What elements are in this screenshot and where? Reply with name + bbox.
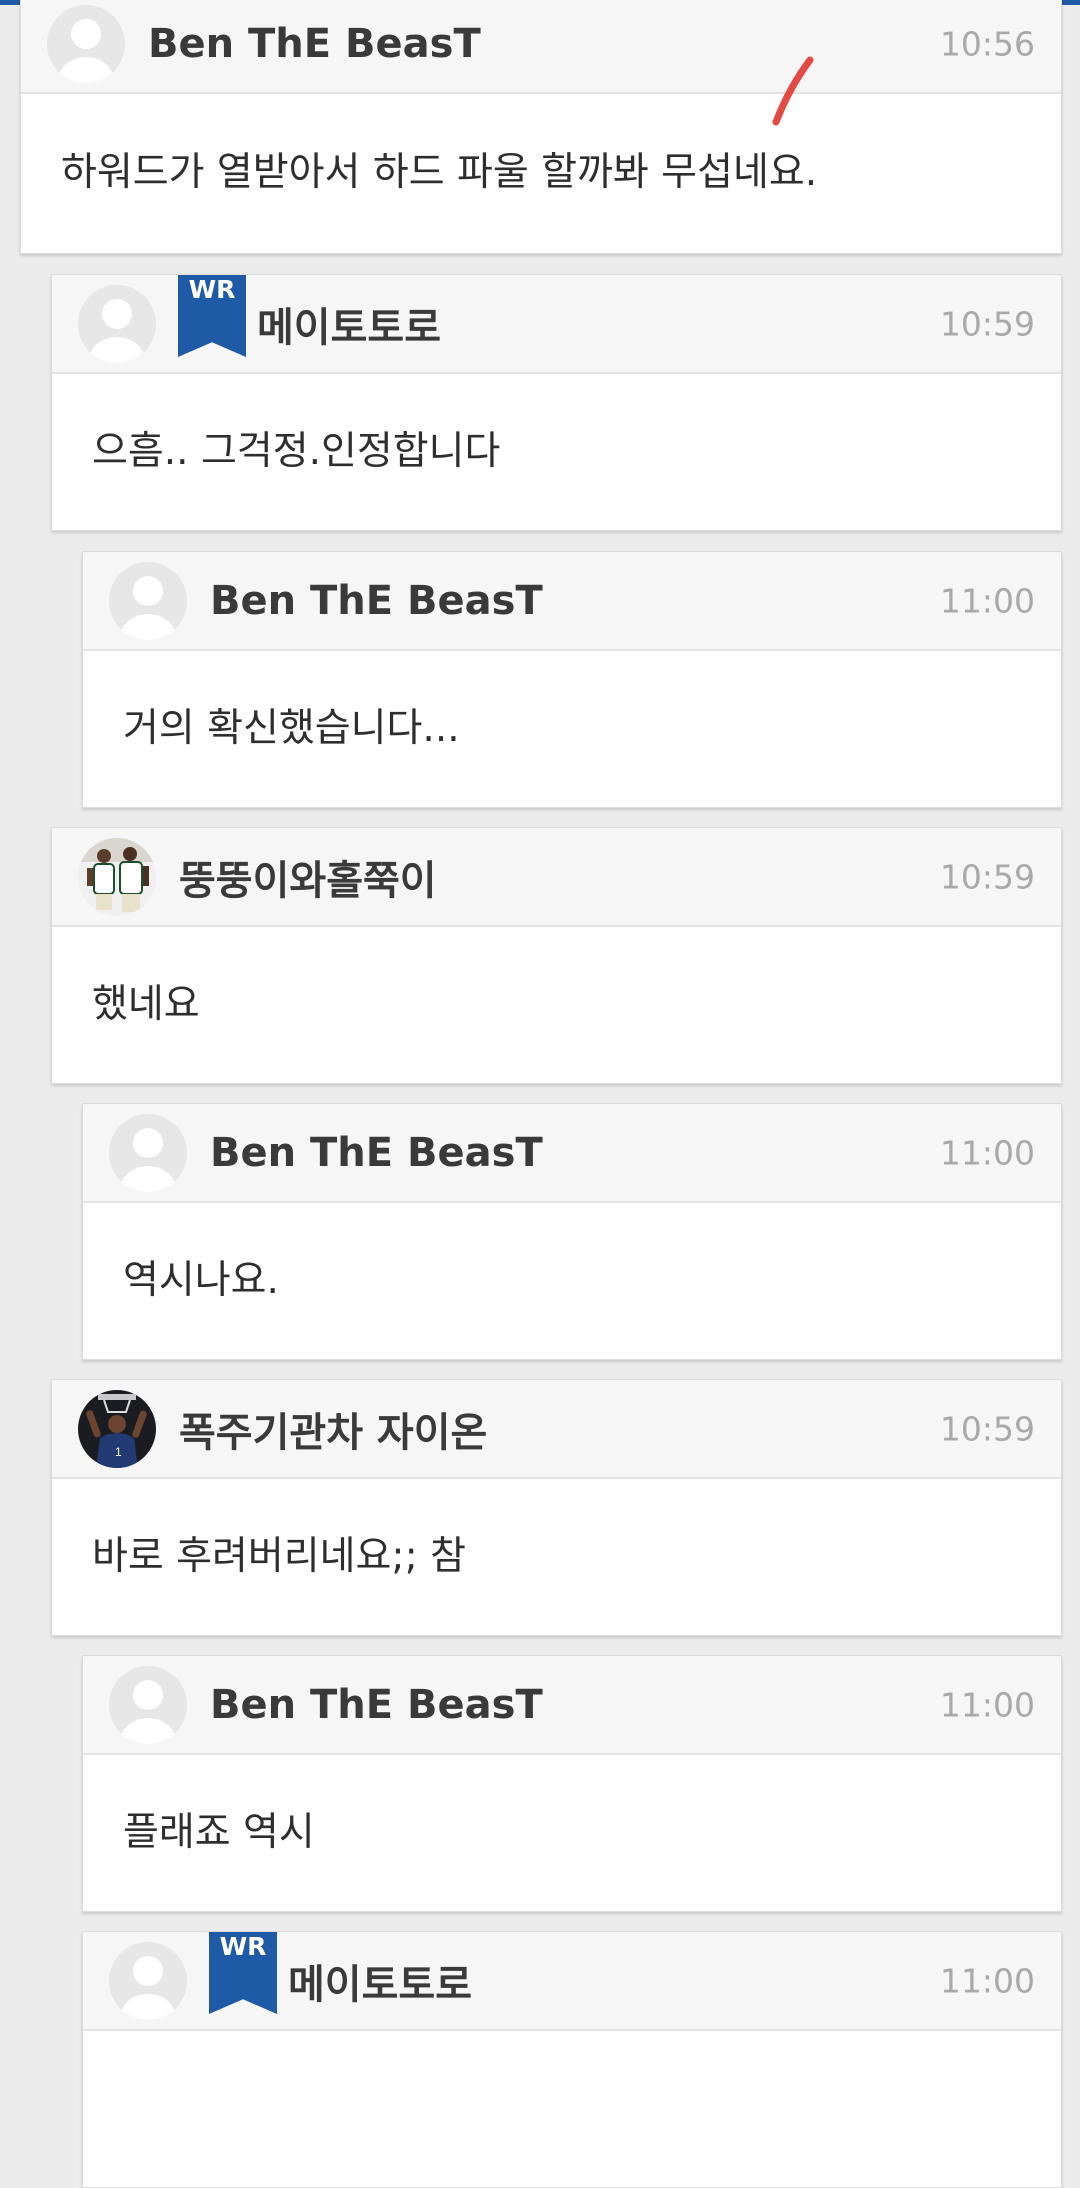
comment-time: 10:56 — [939, 24, 1035, 63]
comment-card: 뚱뚱이와홀쭉이 10:59 했네요 — [51, 827, 1062, 1084]
comment-author[interactable]: 뚱뚱이와홀쭉이 — [179, 848, 437, 906]
comment-header: WR 메이토토로 11:00 — [83, 1932, 1061, 2031]
dunking-player-photo[interactable]: 1 — [78, 1390, 156, 1468]
comment-header: 1 폭주기관차 자이온 10:59 — [52, 1380, 1061, 1479]
comment-author[interactable]: 폭주기관차 자이온 — [179, 1400, 487, 1458]
basketball-players-photo[interactable] — [78, 838, 156, 916]
comment-text: 플래죠 역시 — [123, 1809, 315, 1855]
comment-card: WR 메이토토로 10:59 으흠.. 그걱정.인정합니다 — [51, 274, 1062, 531]
comment-card: Ben ThE BeasT 11:00 플래죠 역시 — [82, 1655, 1062, 1912]
comment-text — [83, 2031, 1061, 2187]
comment-header: WR 메이토토로 10:59 — [52, 275, 1061, 374]
comment-header: Ben ThE BeasT 11:00 — [83, 1656, 1061, 1755]
comment-text: 바로 후려버리네요;; 참 — [92, 1533, 466, 1579]
default-avatar-icon[interactable] — [47, 5, 125, 83]
comment-author[interactable]: Ben ThE BeasT — [148, 21, 481, 67]
writer-badge: WR — [178, 275, 246, 357]
comment-time: 11:00 — [939, 581, 1035, 620]
comment-text: 으흠.. 그걱정.인정합니다 — [92, 428, 501, 474]
default-avatar-icon[interactable] — [109, 1942, 187, 2020]
comment-time: 10:59 — [939, 304, 1035, 343]
comment-card: WR 메이토토로 11:00 — [82, 1931, 1062, 2188]
comment-text: 했네요 — [92, 981, 200, 1027]
comment-time: 11:00 — [939, 1961, 1035, 2000]
default-avatar-icon[interactable] — [109, 562, 187, 640]
comment-author[interactable]: Ben ThE BeasT — [210, 578, 543, 624]
comment-time: 10:59 — [939, 857, 1035, 896]
comment-text: 거의 확신했습니다... — [123, 705, 460, 751]
comment-header: Ben ThE BeasT 10:56 — [21, 0, 1061, 94]
comment-card: Ben ThE BeasT 11:00 역시나요. — [82, 1103, 1062, 1360]
annotation-pen-mark — [772, 56, 814, 126]
comment-time: 11:00 — [939, 1685, 1035, 1724]
writer-badge: WR — [209, 1932, 277, 2014]
comment-text: 역시나요. — [123, 1257, 279, 1303]
svg-text:1: 1 — [115, 1445, 122, 1459]
comment-card: Ben ThE BeasT 10:56 하워드가 열받아서 하드 파울 할까봐 … — [20, 0, 1062, 254]
comment-time: 11:00 — [939, 1133, 1035, 1172]
comment-time: 10:59 — [939, 1409, 1035, 1448]
comment-header: 뚱뚱이와홀쭉이 10:59 — [52, 828, 1061, 927]
comment-author[interactable]: Ben ThE BeasT — [210, 1682, 543, 1728]
comment-card: 1 폭주기관차 자이온 10:59 바로 후려버리네요;; 참 — [51, 1379, 1062, 1636]
comment-author[interactable]: 메이토토로 — [288, 1952, 472, 2010]
comment-author[interactable]: 메이토토로 — [257, 295, 441, 353]
comment-text: 하워드가 열받아서 하드 파울 할까봐 무섭네요. — [61, 150, 818, 196]
comment-header: Ben ThE BeasT 11:00 — [83, 552, 1061, 651]
default-avatar-icon[interactable] — [109, 1666, 187, 1744]
default-avatar-icon[interactable] — [109, 1114, 187, 1192]
comment-author[interactable]: Ben ThE BeasT — [210, 1130, 543, 1176]
comment-card: Ben ThE BeasT 11:00 거의 확신했습니다... — [82, 551, 1062, 808]
default-avatar-icon[interactable] — [78, 285, 156, 363]
comment-header: Ben ThE BeasT 11:00 — [83, 1104, 1061, 1203]
